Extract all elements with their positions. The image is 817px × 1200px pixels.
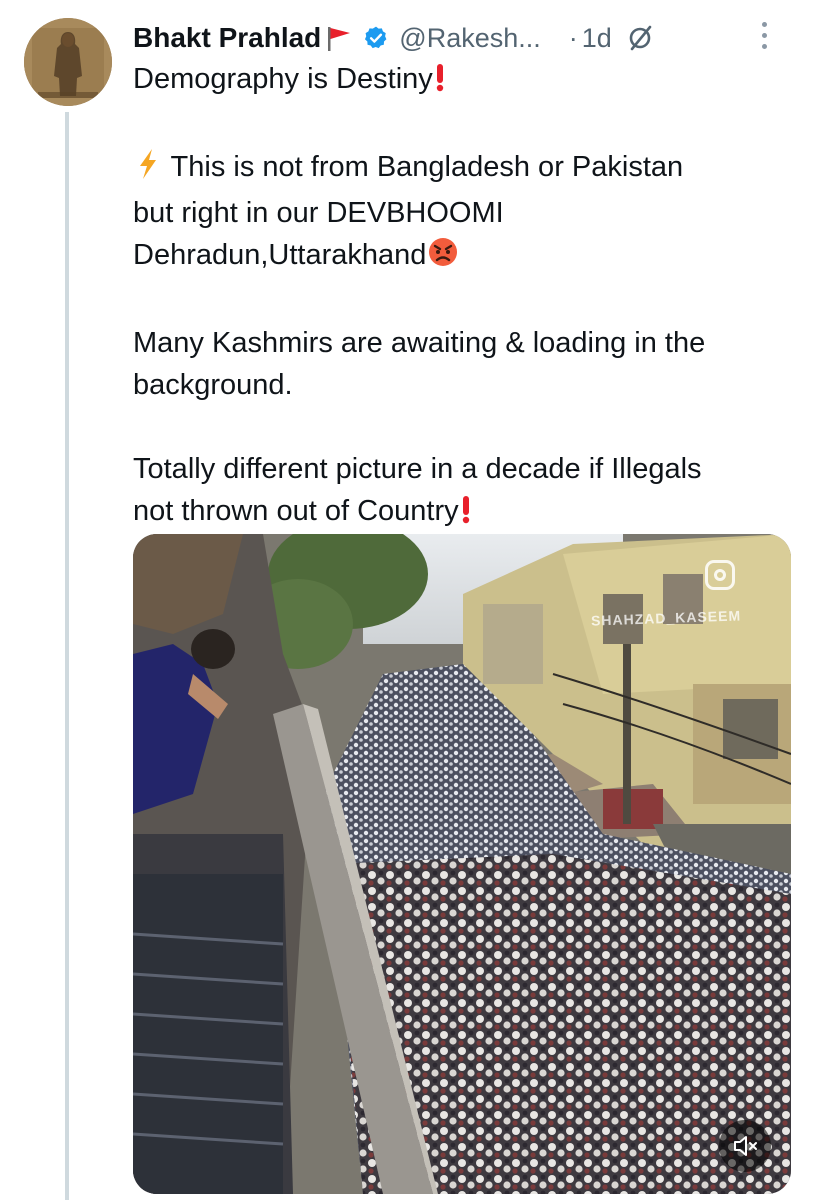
avatar[interactable] [24,18,112,106]
tweet-line: but right in our DEVBHOOMI [133,197,504,229]
thread-line [65,112,69,1200]
author-handle[interactable]: @Rakesh... [399,23,540,54]
lightning-icon [133,148,163,192]
muted-speaker-icon [731,1132,759,1160]
mute-button[interactable] [719,1120,771,1172]
timestamp[interactable]: 1d [582,23,612,54]
tweet-line: Dehradun,Uttarakhand [133,234,801,280]
more-options-icon[interactable] [762,22,767,49]
instagram-icon [705,560,735,590]
author-name[interactable]: Bhakt Prahlad [133,22,321,54]
tweet-line: Totally different picture in a decade if… [133,453,702,485]
tweet-text: Demography is Destiny This is not from B… [133,58,801,536]
verified-badge-icon[interactable] [363,25,389,51]
red-exclamation-icon [459,494,473,536]
tweet-header: Bhakt Prahlad @Rakesh... · 1d [133,16,793,60]
tweet-line: background. [133,369,293,401]
video-frame [133,534,791,1194]
tweet-line: Demography is Destiny [133,58,801,104]
video-player[interactable]: SHAHZAD_KASEEM [133,534,791,1194]
grok-icon[interactable] [626,24,654,52]
red-flag-icon [323,23,353,53]
tweet-line: This is not from Bangladesh or Pakistan [133,146,801,192]
red-exclamation-icon [433,62,447,104]
angry-face-icon [426,236,460,280]
tweet-line: not thrown out of Country [133,490,801,536]
separator-dot: · [568,22,578,53]
tweet-line: Many Kashmirs are awaiting & loading in … [133,327,706,359]
